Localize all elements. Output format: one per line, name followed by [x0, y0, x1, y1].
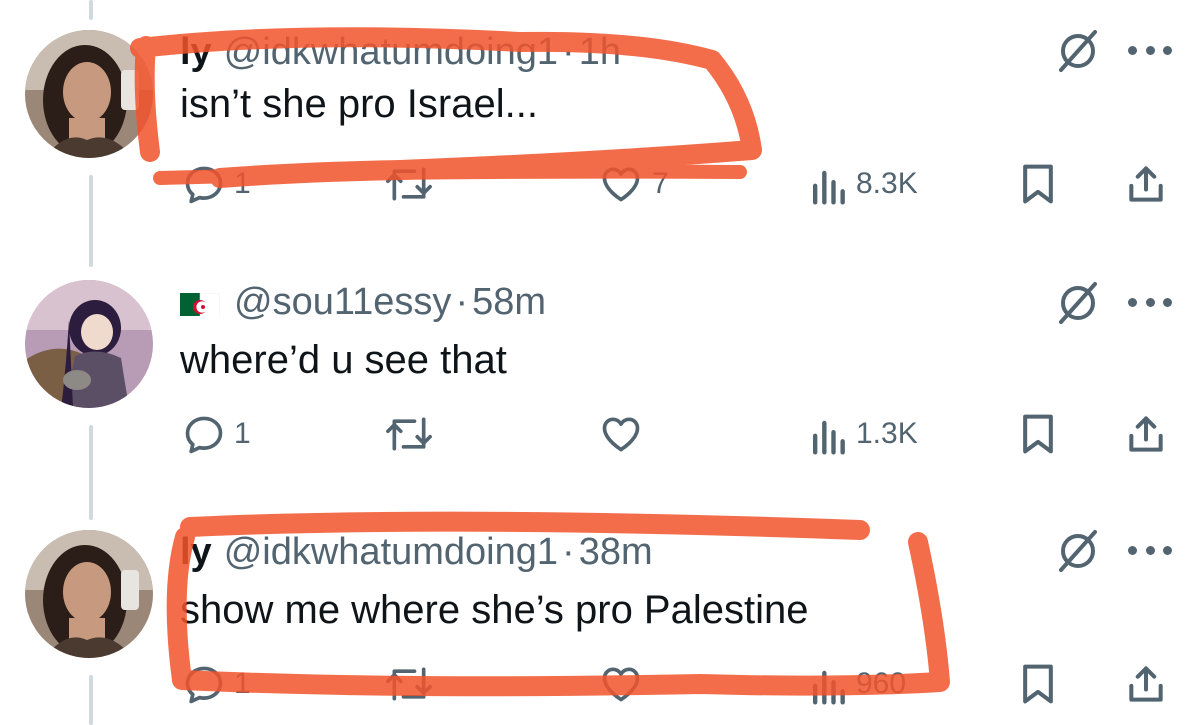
tweet-text: show me where she’s pro Palestine [180, 588, 809, 632]
separator: · [562, 30, 575, 73]
bookmark-icon [1023, 164, 1053, 204]
grok-icon[interactable] [1055, 28, 1101, 74]
separator: · [562, 530, 575, 573]
bookmark-icon [1023, 664, 1053, 704]
views-count: 8.3K [856, 167, 918, 200]
display-name[interactable]: ly [180, 31, 212, 74]
share-icon [1129, 416, 1163, 452]
bookmark-button[interactable] [1018, 162, 1058, 206]
reply-icon [185, 666, 223, 704]
views-button[interactable]: 8.3K [808, 162, 918, 206]
like-icon [602, 417, 640, 452]
views-count: 1.3K [856, 417, 918, 450]
retweet-icon [386, 167, 432, 201]
retweet-icon [386, 667, 432, 701]
share-icon [1129, 666, 1163, 702]
views-count: 960 [856, 667, 907, 700]
tweet[interactable]: ly @idkwhatumdoing1 · 1h isn’t she pro I… [0, 0, 1200, 250]
user-handle[interactable]: @idkwhatumdoing1 [224, 31, 558, 74]
more-icon[interactable] [1128, 544, 1172, 556]
like-count: 7 [652, 167, 669, 200]
grok-icon[interactable] [1055, 528, 1101, 574]
retweet-button[interactable] [385, 162, 441, 206]
display-name[interactable]: ly [180, 531, 212, 574]
views-button[interactable]: 1.3K [808, 412, 918, 456]
reply-icon [185, 166, 223, 204]
share-button[interactable] [1124, 662, 1168, 706]
tweet-header: ly @idkwhatumdoing1 · 38m [180, 530, 653, 574]
reply-button[interactable]: 1 [182, 662, 251, 706]
timestamp[interactable]: 38m [579, 531, 653, 574]
user-handle[interactable]: @sou11essy [234, 281, 451, 324]
like-button[interactable]: 7 [598, 162, 669, 206]
tweet-actions: 1 7 8.3K [0, 160, 1200, 210]
reply-button[interactable]: 1 [182, 412, 251, 456]
timestamp[interactable]: 58m [472, 281, 546, 324]
reply-button[interactable]: 1 [182, 162, 251, 206]
tweet-text: where’d u see that [180, 338, 507, 382]
user-handle[interactable]: @idkwhatumdoing1 [224, 531, 558, 574]
bookmark-button[interactable] [1018, 662, 1058, 706]
bookmark-icon [1023, 414, 1053, 454]
share-button[interactable] [1124, 162, 1168, 206]
tweet-header: ly @idkwhatumdoing1 · 1h [180, 30, 621, 74]
tweet-actions: 1 960 [0, 660, 1200, 710]
more-icon[interactable] [1128, 296, 1172, 308]
avatar[interactable] [25, 530, 153, 658]
algeria-flag-icon [180, 288, 220, 316]
views-icon [812, 420, 845, 455]
more-icon[interactable] [1128, 44, 1172, 56]
grok-icon[interactable] [1055, 280, 1101, 326]
share-button[interactable] [1124, 412, 1168, 456]
bookmark-button[interactable] [1018, 412, 1058, 456]
views-icon [812, 170, 845, 205]
views-button[interactable]: 960 [808, 662, 906, 706]
avatar[interactable] [25, 30, 153, 158]
timestamp[interactable]: 1h [579, 31, 621, 74]
tweet-actions: 1 1.3K [0, 410, 1200, 460]
reply-icon [185, 416, 223, 454]
separator: · [455, 280, 469, 323]
like-icon [602, 667, 640, 702]
retweet-icon [386, 417, 432, 451]
like-icon [602, 167, 640, 202]
views-icon [812, 670, 845, 705]
reply-count: 1 [234, 417, 251, 450]
avatar[interactable] [25, 280, 153, 408]
retweet-button[interactable] [385, 662, 441, 706]
like-button[interactable] [598, 662, 652, 706]
reply-count: 1 [234, 167, 251, 200]
tweet[interactable]: ly @idkwhatumdoing1 · 38m show me where … [0, 500, 1200, 725]
tweet-text: isn’t she pro Israel... [180, 82, 538, 126]
share-icon [1129, 166, 1163, 202]
tweet-header: @sou11essy · 58m [180, 280, 546, 324]
like-button[interactable] [598, 412, 652, 456]
tweet[interactable]: @sou11essy · 58m where’d u see that 1 1.… [0, 250, 1200, 500]
reply-count: 1 [234, 667, 251, 700]
retweet-button[interactable] [385, 412, 441, 456]
